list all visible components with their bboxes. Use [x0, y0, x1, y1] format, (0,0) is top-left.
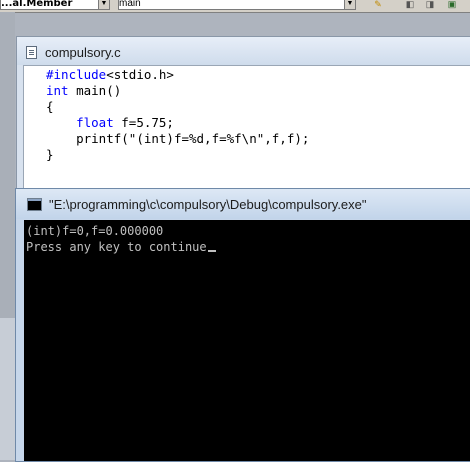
editor-titlebar[interactable]: compulsory.c: [17, 37, 470, 65]
code-line: float f=5.75;: [76, 115, 174, 130]
editor-window[interactable]: compulsory.c #include<stdio.h> int main(…: [16, 36, 470, 190]
workspace-edge: [0, 12, 15, 460]
class-combo-arrow-icon[interactable]: ▼: [98, 0, 110, 10]
code-line: int main(): [46, 83, 122, 98]
code-line: }: [46, 147, 54, 162]
run-icon[interactable]: ▣: [446, 0, 458, 9]
code-line: {: [46, 99, 54, 114]
console-output[interactable]: (int)f=0,f=0.000000 Press any key to con…: [24, 220, 470, 461]
console-window[interactable]: "E:\programming\c\compulsory\Debug\compu…: [15, 188, 470, 462]
workspace-edge-lower: [0, 318, 15, 460]
function-combo[interactable]: main: [118, 0, 354, 10]
console-titlebar[interactable]: "E:\programming\c\compulsory\Debug\compu…: [16, 189, 470, 219]
code-editor[interactable]: #include<stdio.h> int main() { float f=5…: [23, 65, 470, 190]
console-line: Press any key to continue: [26, 239, 216, 255]
class-combo[interactable]: ...al.Member: [0, 0, 108, 10]
console-icon: [27, 198, 42, 211]
compile-icon[interactable]: ◨: [424, 0, 436, 9]
text-cursor: [207, 250, 216, 252]
toolbar: ...al.Member ▼ main ▼ ✎ ◧ ◨ ▣: [0, 0, 470, 13]
find-icon[interactable]: ✎: [372, 0, 384, 9]
document-icon: [26, 46, 37, 59]
function-combo-arrow-icon[interactable]: ▼: [344, 0, 356, 10]
console-line: (int)f=0,f=0.000000: [26, 224, 164, 238]
build-icon[interactable]: ◧: [404, 0, 416, 9]
code-line: #include<stdio.h>: [46, 67, 174, 82]
editor-title: compulsory.c: [45, 45, 121, 60]
console-title: "E:\programming\c\compulsory\Debug\compu…: [49, 197, 367, 212]
code-line: printf("(int)f=%d,f=%f\n",f,f);: [76, 131, 310, 146]
